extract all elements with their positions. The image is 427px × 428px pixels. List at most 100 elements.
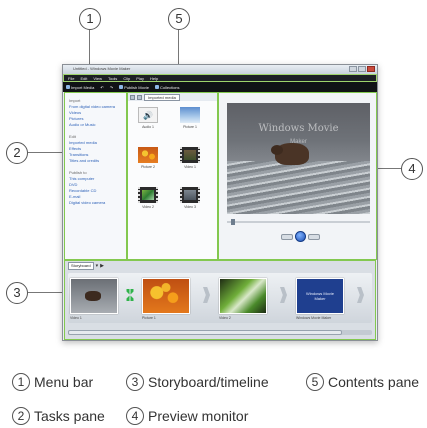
publish-movie-button[interactable]: Publish Movie [119, 85, 149, 90]
previous-frame-button[interactable] [281, 233, 293, 240]
storyboard-thumbnail [142, 278, 190, 314]
clip-caption: Picture 2 [141, 165, 155, 169]
clip-item[interactable]: Video 2 [134, 187, 162, 209]
seek-handle[interactable] [231, 219, 235, 225]
clip-item[interactable]: 🔊 Audio 1 [134, 107, 162, 129]
contents-pane: Imported media 🔊 Audio 1 Picture 1 Pictu… [127, 92, 218, 260]
storyboard-caption: Video 2 [219, 316, 231, 320]
callout-5: 5 [168, 8, 190, 30]
task-group-heading: Edit [69, 134, 76, 139]
clip-caption: Video 2 [142, 205, 154, 209]
collections-button[interactable]: Collections [154, 84, 180, 90]
publish-icon [119, 85, 124, 89]
leader-line-4 [375, 168, 401, 170]
transition-placeholder-icon[interactable] [357, 287, 364, 303]
menu-play[interactable]: Play [136, 76, 144, 81]
task-group-heading: Import [69, 98, 81, 103]
legend-label: Preview monitor [148, 408, 249, 424]
menu-clip[interactable]: Clip [123, 76, 130, 81]
storyboard-caption: Windows Movie Maker [296, 316, 332, 320]
seek-bar[interactable] [227, 219, 370, 225]
minimize-button[interactable] [349, 66, 357, 72]
menu-bar: File Edit View Tools Clip Play Help [63, 74, 377, 82]
legend-label: Menu bar [34, 374, 94, 390]
storyboard-clip[interactable]: Video 1 [70, 278, 120, 320]
import-media-label: Import Media [71, 84, 95, 90]
task-link[interactable]: Audio or Music [69, 122, 122, 128]
storyboard-view-dropdown[interactable]: Storyboard [68, 262, 94, 270]
clip-thumbnail [138, 147, 158, 163]
menu-view[interactable]: View [93, 76, 102, 81]
import-media-button[interactable]: Import Media [66, 85, 94, 90]
menu-help[interactable]: Help [150, 76, 158, 81]
legend-number: 3 [126, 373, 144, 391]
movie-maker-window: Untitled - Windows Movie Maker File Edit… [62, 64, 378, 341]
redo-button[interactable]: ↷ [110, 85, 113, 90]
clip-item[interactable]: Video 1 [176, 147, 204, 169]
collections-icon [154, 85, 159, 89]
window-title: Untitled - Windows Movie Maker [73, 66, 131, 71]
storyboard-thumbnail [219, 278, 267, 314]
menu-edit[interactable]: Edit [80, 76, 87, 81]
clip-thumbnail [180, 187, 200, 203]
storyboard-scrollbar[interactable] [68, 330, 372, 335]
legend-number: 1 [12, 373, 30, 391]
preview-monitor: Windows Movie Maker [218, 92, 377, 260]
task-link[interactable]: Digital video camera [69, 200, 122, 206]
callout-2: 2 [6, 142, 28, 164]
undo-button[interactable]: ↶ [100, 85, 103, 90]
callout-3: 3 [6, 282, 28, 304]
legend-item: 1 Menu bar [12, 373, 93, 391]
storyboard-caption: Video 1 [70, 316, 82, 320]
collections-label: Collections [159, 84, 180, 90]
clip-thumbnail [138, 187, 158, 203]
clip-item[interactable]: Video 3 [176, 187, 204, 209]
up-button[interactable] [137, 94, 142, 100]
callout-1: 1 [79, 8, 101, 30]
play-icon[interactable] [295, 231, 306, 242]
storyboard-clip[interactable]: Picture 1 [142, 278, 192, 320]
title-bar: Untitled - Windows Movie Maker [63, 65, 377, 74]
transition-placeholder-icon[interactable] [203, 287, 210, 303]
collection-dropdown[interactable]: Imported media [144, 93, 180, 101]
publish-movie-label: Publish Movie [124, 84, 149, 90]
close-button[interactable] [367, 66, 375, 72]
maximize-button[interactable] [358, 66, 366, 72]
transition-placeholder-icon[interactable] [280, 287, 287, 303]
clip-item[interactable]: Picture 2 [134, 147, 162, 169]
storyboard-clip[interactable]: Windows Movie Maker Windows Movie Maker [296, 278, 346, 320]
toolbar: Import Media ↶ ↷ Publish Movie Collectio… [63, 82, 377, 92]
storyboard-clip[interactable]: Video 2 [219, 278, 269, 320]
menu-file[interactable]: File [68, 76, 74, 81]
legend-number: 4 [126, 407, 144, 425]
legend-item: 2 Tasks pane [12, 407, 105, 425]
play-storyboard-icon[interactable]: ▶ [100, 263, 104, 269]
legend-number: 2 [12, 407, 30, 425]
clip-thumbnail [180, 107, 200, 123]
river-water [227, 161, 370, 214]
back-button[interactable] [130, 94, 135, 100]
bear-head [271, 145, 283, 155]
video-preview: Windows Movie Maker [227, 103, 370, 214]
storyboard-caption: Picture 1 [142, 316, 156, 320]
import-icon [66, 85, 70, 89]
storyboard-thumbnail [70, 278, 118, 314]
transition-icon[interactable] [124, 289, 136, 301]
task-link[interactable]: Titles and credits [69, 158, 122, 164]
video-overlay-title: Windows Movie [258, 123, 339, 134]
menu-tools[interactable]: Tools [108, 76, 117, 81]
scrollbar-thumb[interactable] [68, 330, 342, 335]
chevron-down-icon[interactable]: ▾ [96, 263, 99, 269]
legend-item: 4 Preview monitor [126, 407, 248, 425]
legend-number: 5 [306, 373, 324, 391]
leader-line-2 [28, 152, 66, 154]
legend-label: Contents pane [328, 374, 420, 390]
next-frame-button[interactable] [308, 233, 320, 240]
clip-item[interactable]: Picture 1 [176, 107, 204, 129]
legend-label: Tasks pane [34, 408, 105, 424]
player-controls [281, 231, 320, 242]
legend-label: Storyboard/timeline [148, 374, 269, 390]
storyboard-toolbar: Storyboard ▾ ▶ [65, 261, 375, 271]
storyboard-title-card: Windows Movie Maker [296, 278, 344, 314]
storyboard-timeline: Storyboard ▾ ▶ Video 1 Picture 1 Video 2 [64, 260, 376, 340]
